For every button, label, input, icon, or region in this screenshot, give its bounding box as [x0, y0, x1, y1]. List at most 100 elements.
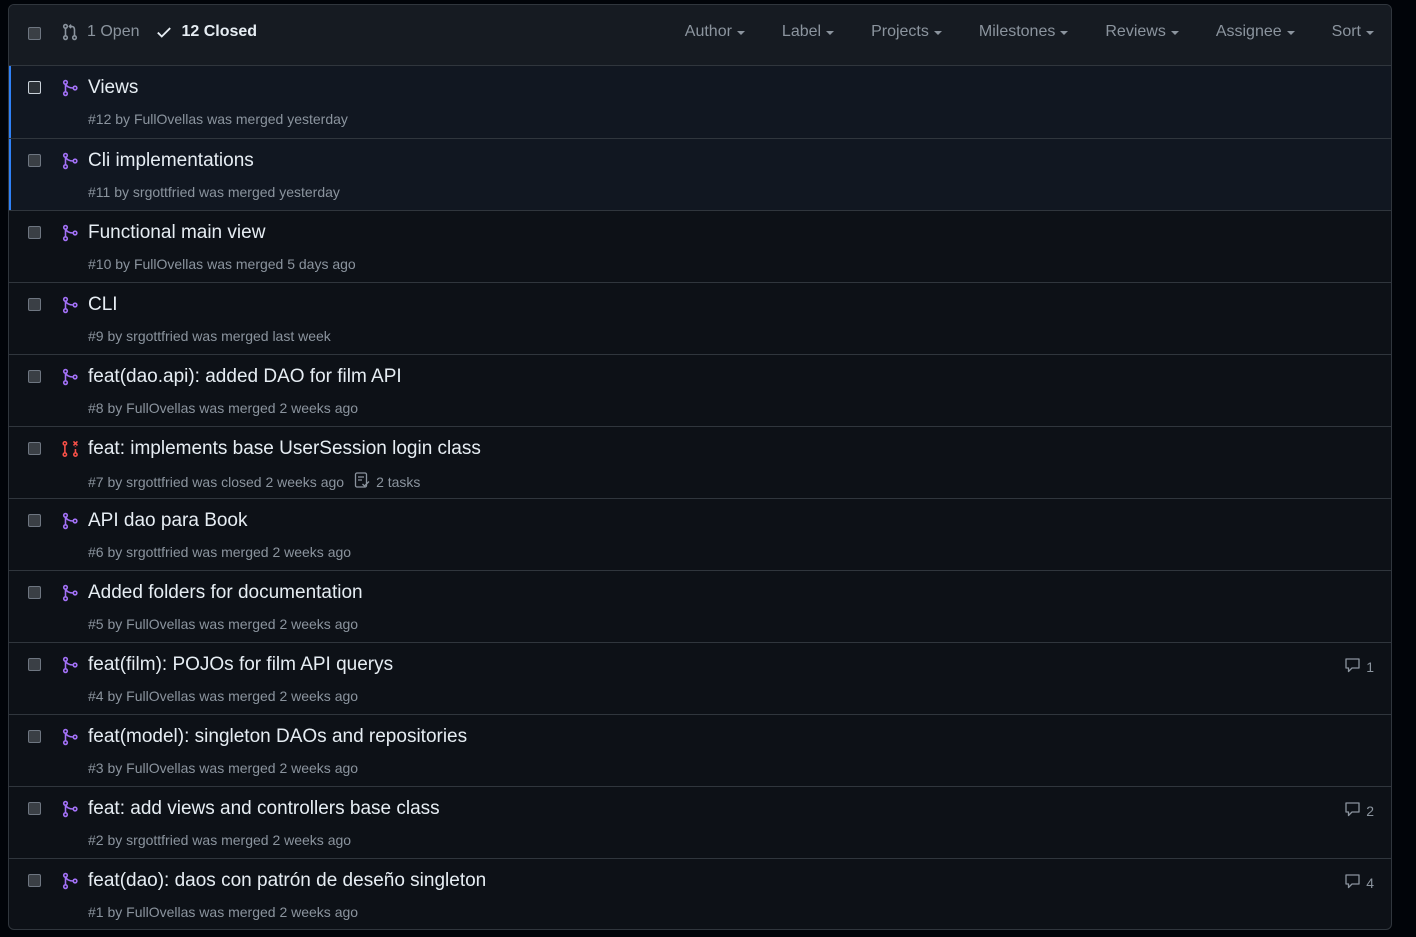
check-icon	[157, 27, 172, 38]
projects-filter-label: Projects	[871, 23, 929, 40]
sort-filter[interactable]: Sort	[1332, 23, 1374, 41]
comment-count: 4	[1366, 874, 1374, 891]
comments-link[interactable]: 4	[1344, 873, 1374, 892]
row-checkbox[interactable]	[28, 874, 41, 887]
pull-request-list: 1 Open 12 Closed Author Label Projects M…	[8, 4, 1392, 930]
pull-request-meta: #8 by FullOvellas was merged 2 weeks ago	[88, 400, 358, 416]
pull-request-number: #11	[88, 184, 111, 200]
author-link[interactable]: FullOvellas	[134, 111, 203, 127]
row-checkbox[interactable]	[28, 730, 41, 743]
pull-request-row[interactable]: feat(model): singleton DAOs and reposito…	[9, 714, 1391, 786]
pull-request-number: #1	[88, 904, 104, 920]
pull-request-row[interactable]: API dao para Book #6 by srgottfried was m…	[9, 498, 1391, 570]
pull-request-number: #12	[88, 111, 112, 127]
pull-request-meta: #9 by srgottfried was merged last week	[88, 328, 331, 344]
author-link[interactable]: srgottfried	[126, 328, 188, 344]
status-text: was merged 2 weeks ago	[199, 688, 359, 704]
pull-request-title[interactable]: CLI	[88, 294, 118, 316]
chevron-down-icon	[933, 31, 942, 35]
row-checkbox[interactable]	[28, 586, 41, 599]
author-filter[interactable]: Author	[685, 23, 745, 41]
pull-request-row[interactable]: Functional main view #10 by FullOvellas w…	[9, 210, 1391, 282]
select-all-checkbox[interactable]	[28, 27, 41, 40]
pull-request-row[interactable]: feat(dao.api): added DAO for film API #8 …	[9, 354, 1391, 426]
pull-request-title[interactable]: Views	[88, 77, 138, 99]
pull-request-title[interactable]: API dao para Book	[88, 510, 248, 532]
pull-request-title[interactable]: feat(film): POJOs for film API querys	[88, 654, 393, 676]
pull-request-row[interactable]: feat: add views and controllers base cla…	[9, 786, 1391, 858]
pull-request-meta: #11 by srgottfried was merged yesterday	[88, 184, 340, 200]
pull-request-title[interactable]: feat(dao): daos con patrón de deseño sin…	[88, 870, 486, 892]
comment-icon	[1344, 801, 1366, 820]
by-label: by	[107, 616, 123, 632]
chevron-down-icon	[1366, 31, 1374, 35]
by-label: by	[107, 688, 123, 704]
author-link[interactable]: FullOvellas	[126, 688, 195, 704]
pull-request-title[interactable]: Functional main view	[88, 222, 265, 244]
pull-request-number: #3	[88, 760, 104, 776]
author-link[interactable]: srgottfried	[126, 832, 188, 848]
pull-request-title[interactable]: feat(model): singleton DAOs and reposito…	[88, 726, 467, 748]
by-label: by	[107, 904, 123, 920]
chevron-down-icon	[736, 31, 745, 35]
author-link[interactable]: FullOvellas	[126, 904, 195, 920]
git-merge-icon	[61, 872, 79, 895]
pull-request-row[interactable]: feat: implements base UserSession login …	[9, 426, 1391, 498]
comments-link[interactable]: 1	[1344, 657, 1374, 676]
author-link[interactable]: FullOvellas	[126, 400, 195, 416]
row-checkbox[interactable]	[28, 370, 41, 383]
by-label: by	[107, 544, 123, 560]
task-count: 2 tasks	[376, 474, 421, 490]
assignee-filter[interactable]: Assignee	[1216, 23, 1295, 41]
milestones-filter-label: Milestones	[978, 23, 1056, 40]
author-link[interactable]: srgottfried	[126, 544, 188, 560]
row-checkbox[interactable]	[28, 442, 41, 455]
pull-request-row[interactable]: Cli implementations #11 by srgottfried wa…	[9, 138, 1391, 210]
closed-filter[interactable]: 12 Closed	[155, 23, 257, 41]
chevron-down-icon	[1286, 31, 1295, 35]
pull-request-row[interactable]: feat(film): POJOs for film API querys #4 …	[9, 642, 1391, 714]
pull-request-row[interactable]: CLI #9 by srgottfried was merged last wee…	[9, 282, 1391, 354]
pull-request-title[interactable]: feat: add views and controllers base cla…	[88, 798, 440, 820]
closed-count-label: 12 Closed	[181, 23, 258, 40]
row-checkbox[interactable]	[28, 154, 41, 167]
reviews-filter[interactable]: Reviews	[1105, 23, 1179, 41]
comments-link[interactable]: 2	[1344, 801, 1374, 820]
row-checkbox[interactable]	[28, 81, 41, 94]
author-link[interactable]: FullOvellas	[126, 760, 195, 776]
pull-request-title[interactable]: feat: implements base UserSession login …	[88, 438, 481, 460]
row-checkbox[interactable]	[28, 226, 41, 239]
task-progress[interactable]: 2 tasks	[354, 472, 420, 492]
author-link[interactable]: FullOvellas	[126, 616, 195, 632]
author-link[interactable]: srgottfried	[126, 474, 188, 490]
milestones-filter[interactable]: Milestones	[978, 23, 1069, 41]
pull-request-row[interactable]: feat(dao): daos con patrón de deseño sin…	[9, 858, 1391, 929]
row-checkbox[interactable]	[28, 802, 41, 815]
author-link[interactable]: srgottfried	[133, 184, 195, 200]
pull-request-row[interactable]: Views #12 by FullOvellas was merged yeste…	[9, 66, 1391, 138]
by-label: by	[107, 474, 123, 490]
row-checkbox[interactable]	[28, 514, 41, 527]
pull-request-title[interactable]: Cli implementations	[88, 150, 254, 172]
pull-request-number: #6	[88, 544, 104, 560]
author-link[interactable]: FullOvellas	[134, 256, 203, 272]
by-label: by	[107, 760, 123, 776]
status-text: was merged 2 weeks ago	[199, 616, 359, 632]
pull-request-number: #4	[88, 688, 104, 704]
reviews-filter-label: Reviews	[1105, 23, 1166, 40]
row-checkbox[interactable]	[28, 298, 41, 311]
status-text: was merged 2 weeks ago	[199, 760, 359, 776]
pull-request-title[interactable]: feat(dao.api): added DAO for film API	[88, 366, 402, 388]
by-label: by	[114, 184, 130, 200]
open-filter[interactable]: 1 Open	[61, 23, 139, 41]
projects-filter[interactable]: Projects	[871, 23, 942, 41]
pull-request-title[interactable]: Added folders for documentation	[88, 582, 363, 604]
pull-request-meta: #3 by FullOvellas was merged 2 weeks ago	[88, 760, 358, 776]
open-count-label: 1 Open	[87, 23, 140, 40]
row-checkbox[interactable]	[28, 658, 41, 671]
pull-request-rows: Views #12 by FullOvellas was merged yeste…	[9, 66, 1391, 929]
label-filter[interactable]: Label	[782, 23, 835, 41]
comment-count: 2	[1366, 802, 1374, 819]
pull-request-number: #9	[88, 328, 104, 344]
pull-request-row[interactable]: Added folders for documentation #5 by Ful…	[9, 570, 1391, 642]
